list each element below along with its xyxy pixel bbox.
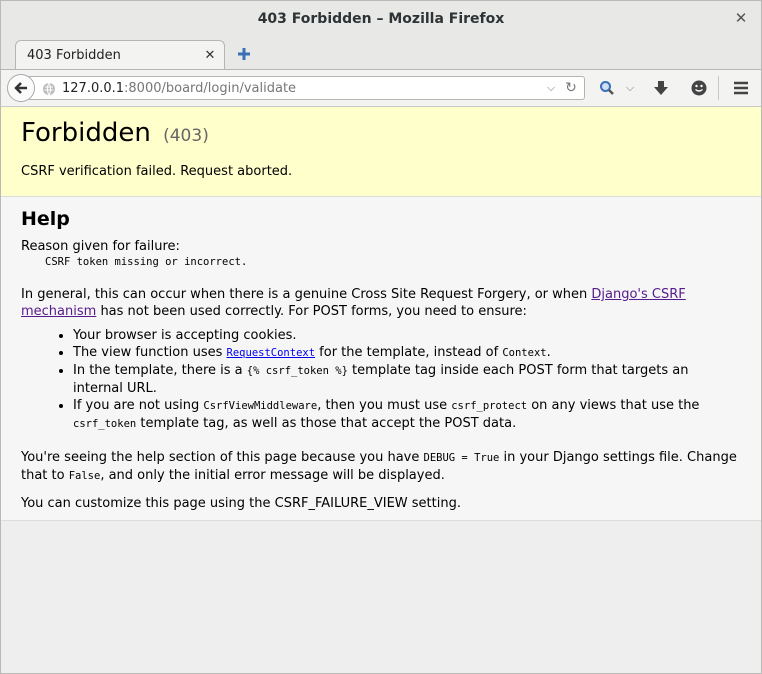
title-bar: 403 Forbidden – Mozilla Firefox ✕: [1, 1, 761, 37]
list-item: If you are not using CsrfViewMiddleware,…: [73, 397, 741, 433]
list-item: Your browser is accepting cookies.: [73, 327, 741, 344]
browser-window: 403 Forbidden – Mozilla Firefox ✕ 403 Fo…: [0, 0, 762, 674]
status-code: (403): [163, 126, 209, 146]
help-heading: Help: [21, 208, 70, 230]
tab-403-forbidden[interactable]: 403 Forbidden ✕: [15, 40, 225, 69]
tab-label: 403 Forbidden: [27, 47, 121, 63]
globe-icon: [42, 81, 56, 96]
customize-paragraph: You can customize this page using the CS…: [21, 496, 461, 511]
navigation-bar: 127.0.0.1:8000/board/login/validate ⌵ ↻ …: [1, 70, 761, 107]
list-item: The view function uses RequestContext fo…: [73, 344, 741, 362]
back-arrow-icon: [14, 82, 27, 94]
url-bar[interactable]: 127.0.0.1:8000/board/login/validate ⌵ ↻: [27, 76, 585, 100]
chevron-down-icon[interactable]: ⌵: [544, 81, 558, 95]
smiley-feedback-icon[interactable]: [689, 78, 709, 98]
requestcontext-link[interactable]: RequestContext: [227, 347, 316, 359]
tab-close-icon[interactable]: ✕: [202, 48, 218, 63]
reason-text: CSRF token missing or incorrect.: [45, 256, 248, 268]
reload-icon[interactable]: ↻: [562, 80, 580, 96]
new-tab-icon[interactable]: [235, 45, 253, 63]
general-paragraph: In general, this can occur when there is…: [21, 287, 686, 319]
debug-paragraph: You're seeing the help section of this p…: [21, 450, 737, 483]
reason-label: Reason given for failure:: [21, 239, 180, 254]
url-text: 127.0.0.1:8000/board/login/validate: [62, 80, 297, 96]
back-button[interactable]: [7, 74, 35, 102]
search-icon[interactable]: [598, 78, 616, 98]
error-summary: Forbidden (403) CSRF verification failed…: [1, 107, 761, 197]
window-title: 403 Forbidden – Mozilla Firefox: [257, 11, 505, 27]
page-title: Forbidden (403): [21, 118, 209, 148]
requirements-list: Your browser is accepting cookies. The v…: [21, 327, 741, 433]
list-item: In the template, there is a {% csrf_toke…: [73, 362, 741, 397]
toolbar-separator: [718, 76, 719, 100]
hamburger-menu-icon[interactable]: [732, 78, 750, 98]
search-engine-dropdown-icon[interactable]: ⌵: [623, 78, 637, 98]
window-close-icon[interactable]: ✕: [733, 10, 749, 26]
tab-strip: 403 Forbidden ✕: [1, 37, 761, 70]
download-icon[interactable]: [651, 78, 671, 98]
help-section: Help Reason given for failure: CSRF toke…: [1, 197, 761, 521]
page-content: Forbidden (403) CSRF verification failed…: [1, 107, 761, 673]
error-message: CSRF verification failed. Request aborte…: [21, 164, 293, 179]
